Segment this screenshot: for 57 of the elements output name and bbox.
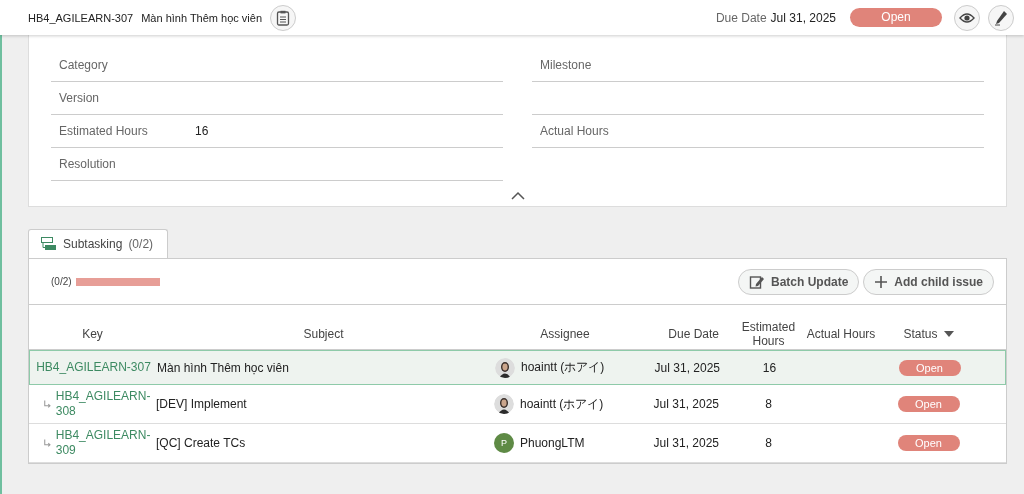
eye-icon bbox=[959, 11, 975, 24]
clipboard-icon bbox=[276, 9, 291, 26]
subtasking-tab[interactable]: Subtasking (0/2) bbox=[28, 229, 169, 258]
table-cell: PhuongLTM bbox=[520, 436, 585, 450]
column-header[interactable]: Status bbox=[903, 327, 938, 341]
column-header: Subject bbox=[302, 326, 345, 341]
issue-link[interactable]: HB4_AGILEARN-308 bbox=[55, 389, 156, 419]
table-row[interactable]: HB4_AGILEARN-307 Màn hình Thêm học viên hoaintt (ホアイ) Jul 31, 2025 16 Open bbox=[29, 350, 1006, 385]
plus-icon bbox=[874, 274, 889, 289]
field-label: Version bbox=[59, 91, 101, 105]
column-header: Actual Hours bbox=[806, 326, 876, 341]
field-label: Category bbox=[59, 58, 109, 72]
due-date-value: Jul 31, 2025 bbox=[770, 10, 836, 25]
field-label: Estimated Hours bbox=[59, 124, 149, 138]
table-cell-text: [QC] Create TCs bbox=[156, 436, 247, 450]
table-cell-text: 8 bbox=[764, 397, 773, 411]
avatar bbox=[494, 394, 514, 414]
table-cell-text: Jul 31, 2025 bbox=[653, 360, 721, 375]
clipboard-button[interactable] bbox=[270, 4, 297, 31]
column-header: Key bbox=[81, 326, 104, 341]
edit-button[interactable] bbox=[988, 4, 1014, 31]
avatar bbox=[495, 357, 515, 378]
table-cell: hoaintt (ホアイ) bbox=[520, 395, 604, 413]
batch-update-button[interactable]: Batch Update bbox=[737, 268, 860, 295]
table-cell: hoaintt (ホアイ) bbox=[521, 359, 605, 376]
status-badge: Open bbox=[897, 396, 960, 412]
subtask-icon bbox=[41, 237, 57, 251]
add-child-button[interactable]: Add child issue bbox=[863, 268, 994, 295]
child-arrow-icon bbox=[43, 438, 52, 448]
field-label: Milestone bbox=[540, 58, 593, 72]
due-date-label: Due Date bbox=[715, 10, 767, 25]
watch-button[interactable] bbox=[954, 4, 980, 31]
table-cell-text: [DEV] Implement bbox=[156, 397, 248, 411]
progress-text: (0/2) bbox=[51, 276, 72, 287]
field-value: 16 bbox=[195, 124, 209, 138]
avatar: P bbox=[494, 433, 514, 453]
column-header: Assignee bbox=[539, 326, 591, 341]
table-cell-text: Jul 31, 2025 bbox=[652, 436, 720, 450]
status-badge: Open bbox=[850, 8, 942, 27]
column-header: Due Date bbox=[667, 326, 720, 341]
pencil-icon bbox=[994, 9, 1008, 26]
status-badge: Open bbox=[898, 359, 961, 376]
table-cell-text: Jul 31, 2025 bbox=[652, 397, 720, 411]
issue-link[interactable]: HB4_AGILEARN-309 bbox=[55, 428, 156, 458]
column-header: Estimated Hours bbox=[740, 319, 797, 348]
collapse-chevron-icon[interactable] bbox=[509, 191, 526, 201]
child-arrow-icon bbox=[43, 399, 52, 409]
field-label: Resolution bbox=[59, 157, 117, 171]
issue-link[interactable]: HB4_AGILEARN-307 bbox=[36, 360, 151, 375]
table-cell-text: 16 bbox=[761, 360, 778, 375]
status-badge: Open bbox=[897, 435, 960, 451]
issue-title: Màn hình Thêm học viên bbox=[141, 11, 263, 24]
edit-icon bbox=[748, 273, 765, 290]
field-label: Actual Hours bbox=[540, 124, 610, 138]
issue-key: HB4_AGILEARN-307 bbox=[28, 11, 134, 24]
table-cell-text: Màn hình Thêm học viên bbox=[157, 360, 290, 375]
table-cell-text: 8 bbox=[764, 436, 773, 450]
